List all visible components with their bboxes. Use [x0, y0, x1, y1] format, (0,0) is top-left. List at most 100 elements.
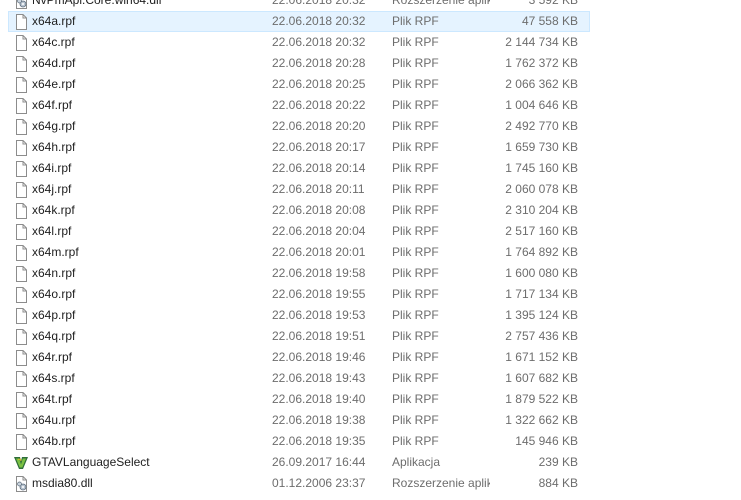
file-row-nvpmapi-core-win64-dll[interactable]: NvPmApi.Core.win64.dll 22.06.2018 20:32 … — [8, 0, 590, 11]
file-icon — [13, 182, 29, 198]
file-date-modified: 22.06.2018 20:17 — [272, 140, 366, 154]
file-type: Plik RPF — [392, 245, 439, 259]
file-date-modified: 22.06.2018 20:32 — [272, 0, 366, 7]
file-size: 1 607 682 KB — [505, 371, 578, 385]
file-name: x64h.rpf — [32, 140, 76, 154]
file-name: x64f.rpf — [32, 98, 73, 112]
file-row-x64a-rpf[interactable]: x64a.rpf 22.06.2018 20:32 Plik RPF 47 55… — [8, 11, 590, 32]
file-icon — [13, 392, 29, 408]
file-date-modified: 22.06.2018 20:28 — [272, 56, 366, 70]
file-size: 2 492 770 KB — [505, 119, 578, 133]
file-type: Plik RPF — [392, 182, 439, 196]
file-date-modified: 22.06.2018 20:01 — [272, 245, 366, 259]
file-list: NvPmApi.Core.win64.dll 22.06.2018 20:32 … — [0, 0, 741, 500]
file-date-modified: 22.06.2018 19:58 — [272, 266, 366, 280]
file-size: 239 KB — [538, 455, 578, 469]
file-size: 1 745 160 KB — [505, 161, 578, 175]
file-name: x64p.rpf — [32, 308, 76, 322]
file-date-modified: 22.06.2018 19:46 — [272, 350, 366, 364]
file-icon — [13, 266, 29, 282]
file-date-modified: 22.06.2018 20:11 — [272, 182, 365, 196]
file-row-x64j-rpf[interactable]: x64j.rpf 22.06.2018 20:11 Plik RPF 2 060… — [8, 179, 590, 200]
file-type: Plik RPF — [392, 413, 439, 427]
file-type: Plik RPF — [392, 224, 439, 238]
file-row-x64k-rpf[interactable]: x64k.rpf 22.06.2018 20:08 Plik RPF 2 310… — [8, 200, 590, 221]
file-type: Plik RPF — [392, 350, 439, 364]
file-type: Plik RPF — [392, 203, 439, 217]
file-icon — [13, 119, 29, 135]
file-type: Plik RPF — [392, 77, 439, 91]
file-type: Plik RPF — [392, 56, 439, 70]
file-size: 145 946 KB — [515, 434, 578, 448]
file-date-modified: 22.06.2018 20:08 — [272, 203, 366, 217]
file-icon — [13, 140, 29, 156]
file-size: 1 762 372 KB — [505, 56, 578, 70]
file-name: x64d.rpf — [32, 56, 76, 70]
file-row-x64e-rpf[interactable]: x64e.rpf 22.06.2018 20:25 Plik RPF 2 066… — [8, 74, 590, 95]
file-date-modified: 22.06.2018 20:20 — [272, 119, 366, 133]
file-row-x64g-rpf[interactable]: x64g.rpf 22.06.2018 20:20 Plik RPF 2 492… — [8, 116, 590, 137]
file-size: 2 144 734 KB — [505, 35, 578, 49]
file-name: x64l.rpf — [32, 224, 72, 238]
file-icon — [13, 287, 29, 303]
file-row-x64q-rpf[interactable]: x64q.rpf 22.06.2018 19:51 Plik RPF 2 757… — [8, 326, 590, 347]
file-name: x64o.rpf — [32, 287, 76, 301]
file-name: x64c.rpf — [32, 35, 75, 49]
file-icon — [13, 371, 29, 387]
file-date-modified: 01.12.2006 23:37 — [272, 476, 366, 490]
file-icon — [13, 224, 29, 240]
file-type: Rozszerzenie aplik... — [392, 0, 490, 7]
file-name: x64r.rpf — [32, 350, 73, 364]
file-type: Plik RPF — [392, 287, 439, 301]
file-type: Plik RPF — [392, 371, 439, 385]
file-name: x64k.rpf — [32, 203, 75, 217]
file-icon — [13, 350, 29, 366]
file-date-modified: 22.06.2018 20:14 — [272, 161, 366, 175]
file-row-x64s-rpf[interactable]: x64s.rpf 22.06.2018 19:43 Plik RPF 1 607… — [8, 368, 590, 389]
file-size: 1 322 662 KB — [505, 413, 578, 427]
file-size: 1 395 124 KB — [505, 308, 578, 322]
file-row-x64t-rpf[interactable]: x64t.rpf 22.06.2018 19:40 Plik RPF 1 879… — [8, 389, 590, 410]
file-row-x64u-rpf[interactable]: x64u.rpf 22.06.2018 19:38 Plik RPF 1 322… — [8, 410, 590, 431]
file-row-x64p-rpf[interactable]: x64p.rpf 22.06.2018 19:53 Plik RPF 1 395… — [8, 305, 590, 326]
file-icon — [13, 98, 29, 114]
file-size: 3 592 KB — [528, 0, 578, 7]
file-date-modified: 22.06.2018 19:51 — [272, 329, 366, 343]
file-type: Plik RPF — [392, 392, 439, 406]
file-name: x64i.rpf — [32, 161, 72, 175]
file-size: 2 757 436 KB — [505, 329, 578, 343]
file-row-x64n-rpf[interactable]: x64n.rpf 22.06.2018 19:58 Plik RPF 1 600… — [8, 263, 590, 284]
file-row-msdia80-dll[interactable]: msdia80.dll 01.12.2006 23:37 Rozszerzeni… — [8, 473, 590, 494]
file-date-modified: 22.06.2018 20:32 — [272, 35, 366, 49]
file-type: Aplikacja — [392, 455, 441, 469]
file-type: Plik RPF — [392, 329, 439, 343]
file-row-gtavlanguageselect[interactable]: GTAVLanguageSelect 26.09.2017 16:44 Apli… — [8, 452, 590, 473]
gtav-app-icon — [13, 455, 29, 471]
file-row-x64c-rpf[interactable]: x64c.rpf 22.06.2018 20:32 Plik RPF 2 144… — [8, 32, 590, 53]
file-date-modified: 22.06.2018 19:53 — [272, 308, 366, 322]
file-type: Plik RPF — [392, 308, 439, 322]
file-date-modified: 22.06.2018 19:40 — [272, 392, 366, 406]
file-size: 1 004 646 KB — [505, 98, 578, 112]
file-row-x64d-rpf[interactable]: x64d.rpf 22.06.2018 20:28 Plik RPF 1 762… — [8, 53, 590, 74]
file-row-x64f-rpf[interactable]: x64f.rpf 22.06.2018 20:22 Plik RPF 1 004… — [8, 95, 590, 116]
file-row-x64r-rpf[interactable]: x64r.rpf 22.06.2018 19:46 Plik RPF 1 671… — [8, 347, 590, 368]
file-row-x64o-rpf[interactable]: x64o.rpf 22.06.2018 19:55 Plik RPF 1 717… — [8, 284, 590, 305]
file-date-modified: 22.06.2018 20:25 — [272, 77, 366, 91]
file-row-x64i-rpf[interactable]: x64i.rpf 22.06.2018 20:14 Plik RPF 1 745… — [8, 158, 590, 179]
file-name: msdia80.dll — [32, 476, 93, 490]
file-size: 884 KB — [538, 476, 578, 490]
file-row-x64l-rpf[interactable]: x64l.rpf 22.06.2018 20:04 Plik RPF 2 517… — [8, 221, 590, 242]
file-size: 1 764 892 KB — [505, 245, 578, 259]
file-icon — [13, 35, 29, 51]
file-size: 1 717 134 KB — [505, 287, 578, 301]
file-row-x64b-rpf[interactable]: x64b.rpf 22.06.2018 19:35 Plik RPF 145 9… — [8, 431, 590, 452]
file-name: x64e.rpf — [32, 77, 76, 91]
file-size: 2 310 204 KB — [505, 203, 578, 217]
file-icon — [13, 245, 29, 261]
file-row-x64h-rpf[interactable]: x64h.rpf 22.06.2018 20:17 Plik RPF 1 659… — [8, 137, 590, 158]
file-row-x64m-rpf[interactable]: x64m.rpf 22.06.2018 20:01 Plik RPF 1 764… — [8, 242, 590, 263]
file-type: Rozszerzenie aplik... — [392, 476, 490, 490]
file-name: x64n.rpf — [32, 266, 76, 280]
file-name: x64t.rpf — [32, 392, 73, 406]
